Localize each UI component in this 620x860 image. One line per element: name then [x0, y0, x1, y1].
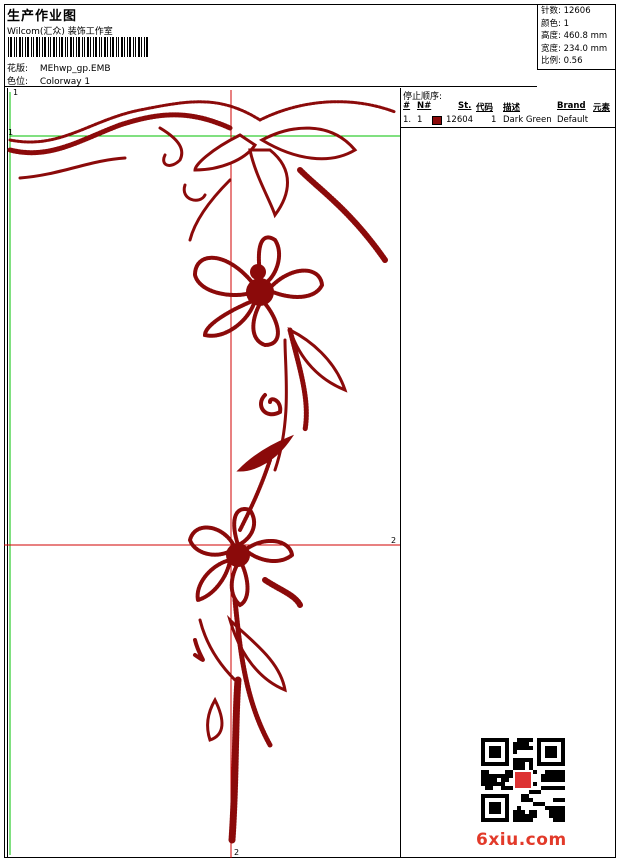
right-stem-top [297, 167, 388, 263]
bottom-stem-main [228, 676, 242, 844]
marker-bottom: 2 [234, 848, 240, 857]
top-border-inner [7, 112, 233, 156]
bottom-stem-right [232, 597, 273, 748]
watermark: 6xiu.com [476, 830, 567, 850]
embroidery-design-canvas [4, 88, 400, 858]
upper-flower [192, 235, 325, 348]
embroidery-motif [7, 100, 397, 844]
lower-leaf-small [193, 638, 205, 662]
marker-left: 1 [8, 128, 14, 137]
left-tendril [18, 156, 127, 180]
lower-right-stem [262, 577, 303, 608]
stem-left-top [188, 178, 232, 242]
top-leaf-center [248, 148, 289, 219]
top-curl [158, 126, 184, 167]
marker-top-left: 1 [13, 88, 19, 97]
upper-stem [287, 327, 309, 433]
lower-flower [187, 507, 295, 608]
middle-leaf [236, 434, 295, 472]
bottom-left-leaf [206, 696, 224, 742]
top-leaf-left [193, 133, 258, 172]
qr-code [481, 738, 565, 822]
lower-left-stem [198, 618, 237, 682]
marker-right: 2 [391, 536, 397, 545]
small-curl [182, 183, 207, 202]
spiral [259, 393, 283, 417]
